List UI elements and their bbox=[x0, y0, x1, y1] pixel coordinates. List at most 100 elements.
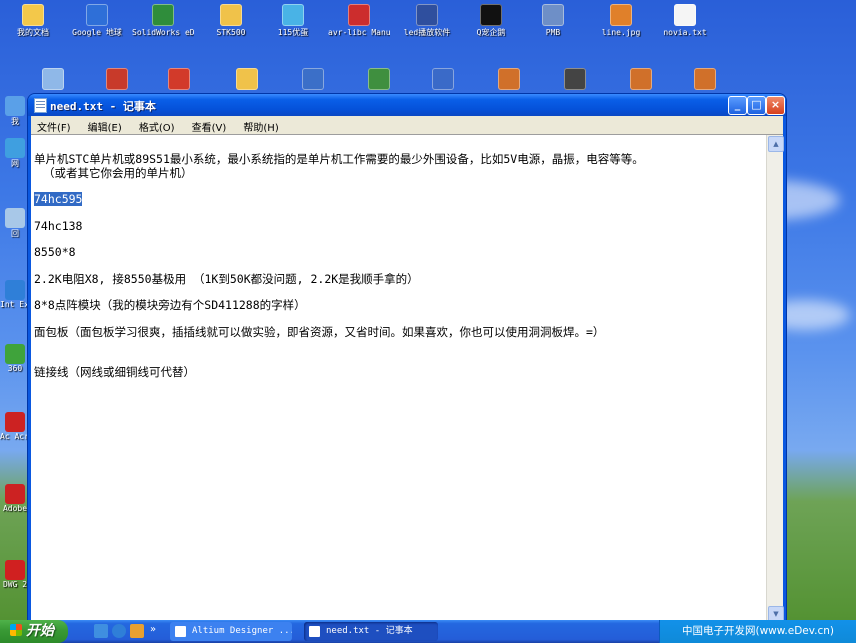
start-label: 开始 bbox=[26, 623, 54, 639]
app-icon bbox=[368, 68, 390, 90]
app-icon bbox=[480, 4, 502, 26]
altium-icon bbox=[175, 626, 186, 637]
app-icon bbox=[106, 68, 128, 90]
app-icon bbox=[302, 68, 324, 90]
editor-area[interactable]: 单片机STC单片机或89S51最小系统，最小系统指的是单片机工作需要的最少外围设… bbox=[31, 134, 784, 623]
desktop-icon-label: novia.txt bbox=[663, 28, 707, 37]
desktop-icon[interactable] bbox=[148, 68, 210, 90]
app-icon bbox=[152, 4, 174, 26]
task-notepad[interactable]: need.txt - 记事本 bbox=[304, 622, 438, 641]
text-line: 面包板（面包板学习很爽，插插线就可以做实验，即省资源，又省时间。如果喜欢，你也可… bbox=[34, 325, 605, 339]
desktop-icon-label: 115优蛋 bbox=[277, 28, 309, 37]
start-button[interactable]: 开始 bbox=[0, 620, 68, 643]
desktop-icon[interactable]: Google 地球 bbox=[66, 4, 128, 37]
text-line: 8*8点阵模块（我的模块旁边有个SD411288的字样） bbox=[34, 298, 306, 312]
app-icon bbox=[220, 4, 242, 26]
desktop-icon[interactable]: Q宠企鹅 bbox=[460, 4, 522, 37]
close-button[interactable]: × bbox=[766, 96, 785, 115]
desktop-icon[interactable]: 我 bbox=[0, 96, 30, 127]
app-icon bbox=[432, 68, 454, 90]
title-bar[interactable]: need.txt - 记事本 _ □ × bbox=[28, 94, 786, 116]
app-icon bbox=[168, 68, 190, 90]
text-line: 2.2K电阻X8, 接8550基极用 （1K到50K都没问题, 2.2K是我顺手… bbox=[34, 272, 419, 286]
quicklaunch-ie-icon[interactable] bbox=[112, 624, 126, 638]
desktop-icon[interactable] bbox=[22, 68, 84, 90]
desktop-icon[interactable]: Ac Acrob bbox=[0, 412, 39, 441]
selected-text[interactable]: 74hc595 bbox=[34, 192, 83, 206]
desktop-icon-label: Int Exp bbox=[0, 300, 34, 309]
desktop-icon[interactable]: 360 bbox=[0, 344, 30, 373]
scroll-up-icon[interactable]: ▲ bbox=[768, 136, 784, 152]
desktop-icon[interactable]: 网 bbox=[0, 138, 30, 169]
text-line: 74hc138 bbox=[34, 219, 83, 233]
app-icon bbox=[5, 560, 25, 580]
desktop-icon-label: 我 bbox=[11, 117, 19, 126]
desktop-icon-label: 我的文档 bbox=[17, 28, 49, 37]
text-line: 链接线（网线或细铜线可代替） bbox=[34, 365, 195, 379]
desktop-icon[interactable] bbox=[282, 68, 344, 90]
app-icon bbox=[22, 4, 44, 26]
desktop-icon[interactable]: 115优蛋 bbox=[262, 4, 324, 37]
desktop-icon-label: Google 地球 bbox=[72, 28, 122, 37]
app-icon bbox=[236, 68, 258, 90]
desktop-icon[interactable]: Int Exp bbox=[0, 280, 34, 309]
app-icon bbox=[282, 4, 304, 26]
app-icon bbox=[5, 412, 25, 432]
app-icon bbox=[630, 68, 652, 90]
desktop-icon[interactable]: SolidWorks eDrawin... bbox=[132, 4, 194, 37]
app-icon bbox=[5, 138, 25, 158]
app-icon bbox=[610, 4, 632, 26]
taskbar: 开始 » Altium Designer ... need.txt - 记事本 … bbox=[0, 620, 856, 643]
quicklaunch-desktop-icon[interactable] bbox=[94, 624, 108, 638]
desktop-icon[interactable]: novia.txt bbox=[654, 4, 716, 37]
desktop-icon[interactable]: 回 bbox=[0, 208, 30, 239]
windows-logo-icon bbox=[10, 624, 22, 636]
minimize-button[interactable]: _ bbox=[728, 96, 747, 115]
desktop-icon-label: SolidWorks eDrawin... bbox=[132, 28, 194, 37]
desktop-icon-label: avr-libc Manua... bbox=[328, 28, 390, 37]
app-icon bbox=[348, 4, 370, 26]
app-icon bbox=[416, 4, 438, 26]
desktop-icon-label: Ac Acrob bbox=[0, 432, 39, 441]
desktop-icon-label: STK500 bbox=[216, 28, 246, 37]
desktop-icon[interactable]: led播放软件 bbox=[396, 4, 458, 37]
desktop-icon[interactable] bbox=[610, 68, 672, 90]
desktop-icon[interactable] bbox=[478, 68, 540, 90]
app-icon bbox=[5, 96, 25, 116]
desktop-icon[interactable]: PMB bbox=[522, 4, 584, 37]
desktop-icon[interactable]: STK500 bbox=[200, 4, 262, 37]
desktop-icon-label: Q宠企鹅 bbox=[476, 28, 506, 37]
system-tray: 中国电子开发网(www.eDev.cn) bbox=[659, 620, 856, 643]
notepad-icon bbox=[34, 98, 47, 113]
vertical-scrollbar[interactable]: ▲ ▼ bbox=[766, 135, 784, 623]
text-content[interactable]: 单片机STC单片机或89S51最小系统，最小系统指的是单片机工作需要的最少外围设… bbox=[31, 135, 766, 623]
quicklaunch-media-icon[interactable] bbox=[130, 624, 144, 638]
maximize-button[interactable]: □ bbox=[747, 96, 766, 115]
app-icon bbox=[42, 68, 64, 90]
desktop-icon[interactable] bbox=[544, 68, 606, 90]
desktop-icon-label: line.jpg bbox=[601, 28, 641, 37]
desktop-icon[interactable] bbox=[674, 68, 736, 90]
task-altium[interactable]: Altium Designer ... bbox=[170, 622, 292, 641]
desktop-icon[interactable]: avr-libc Manua... bbox=[328, 4, 390, 37]
app-icon bbox=[5, 484, 25, 504]
desktop-icon[interactable] bbox=[86, 68, 148, 90]
desktop-icon[interactable] bbox=[348, 68, 410, 90]
desktop-icon[interactable]: Adobe bbox=[0, 484, 30, 513]
desktop-icon[interactable] bbox=[412, 68, 474, 90]
task-label: Altium Designer ... bbox=[192, 626, 292, 636]
quicklaunch-expand-icon[interactable]: » bbox=[150, 624, 158, 638]
tray-text: 中国电子开发网(www.eDev.cn) bbox=[682, 625, 834, 637]
app-icon bbox=[542, 4, 564, 26]
notepad-task-icon bbox=[309, 626, 320, 637]
desktop-icon[interactable] bbox=[216, 68, 278, 90]
app-icon bbox=[5, 208, 25, 228]
app-icon bbox=[564, 68, 586, 90]
app-icon bbox=[694, 68, 716, 90]
desktop-icon[interactable]: line.jpg bbox=[590, 4, 652, 37]
app-icon bbox=[86, 4, 108, 26]
desktop-icon[interactable]: 我的文档 bbox=[2, 4, 64, 37]
app-icon bbox=[5, 280, 25, 300]
app-icon bbox=[5, 344, 25, 364]
desktop-icon[interactable]: DWG 2 bbox=[0, 560, 30, 589]
